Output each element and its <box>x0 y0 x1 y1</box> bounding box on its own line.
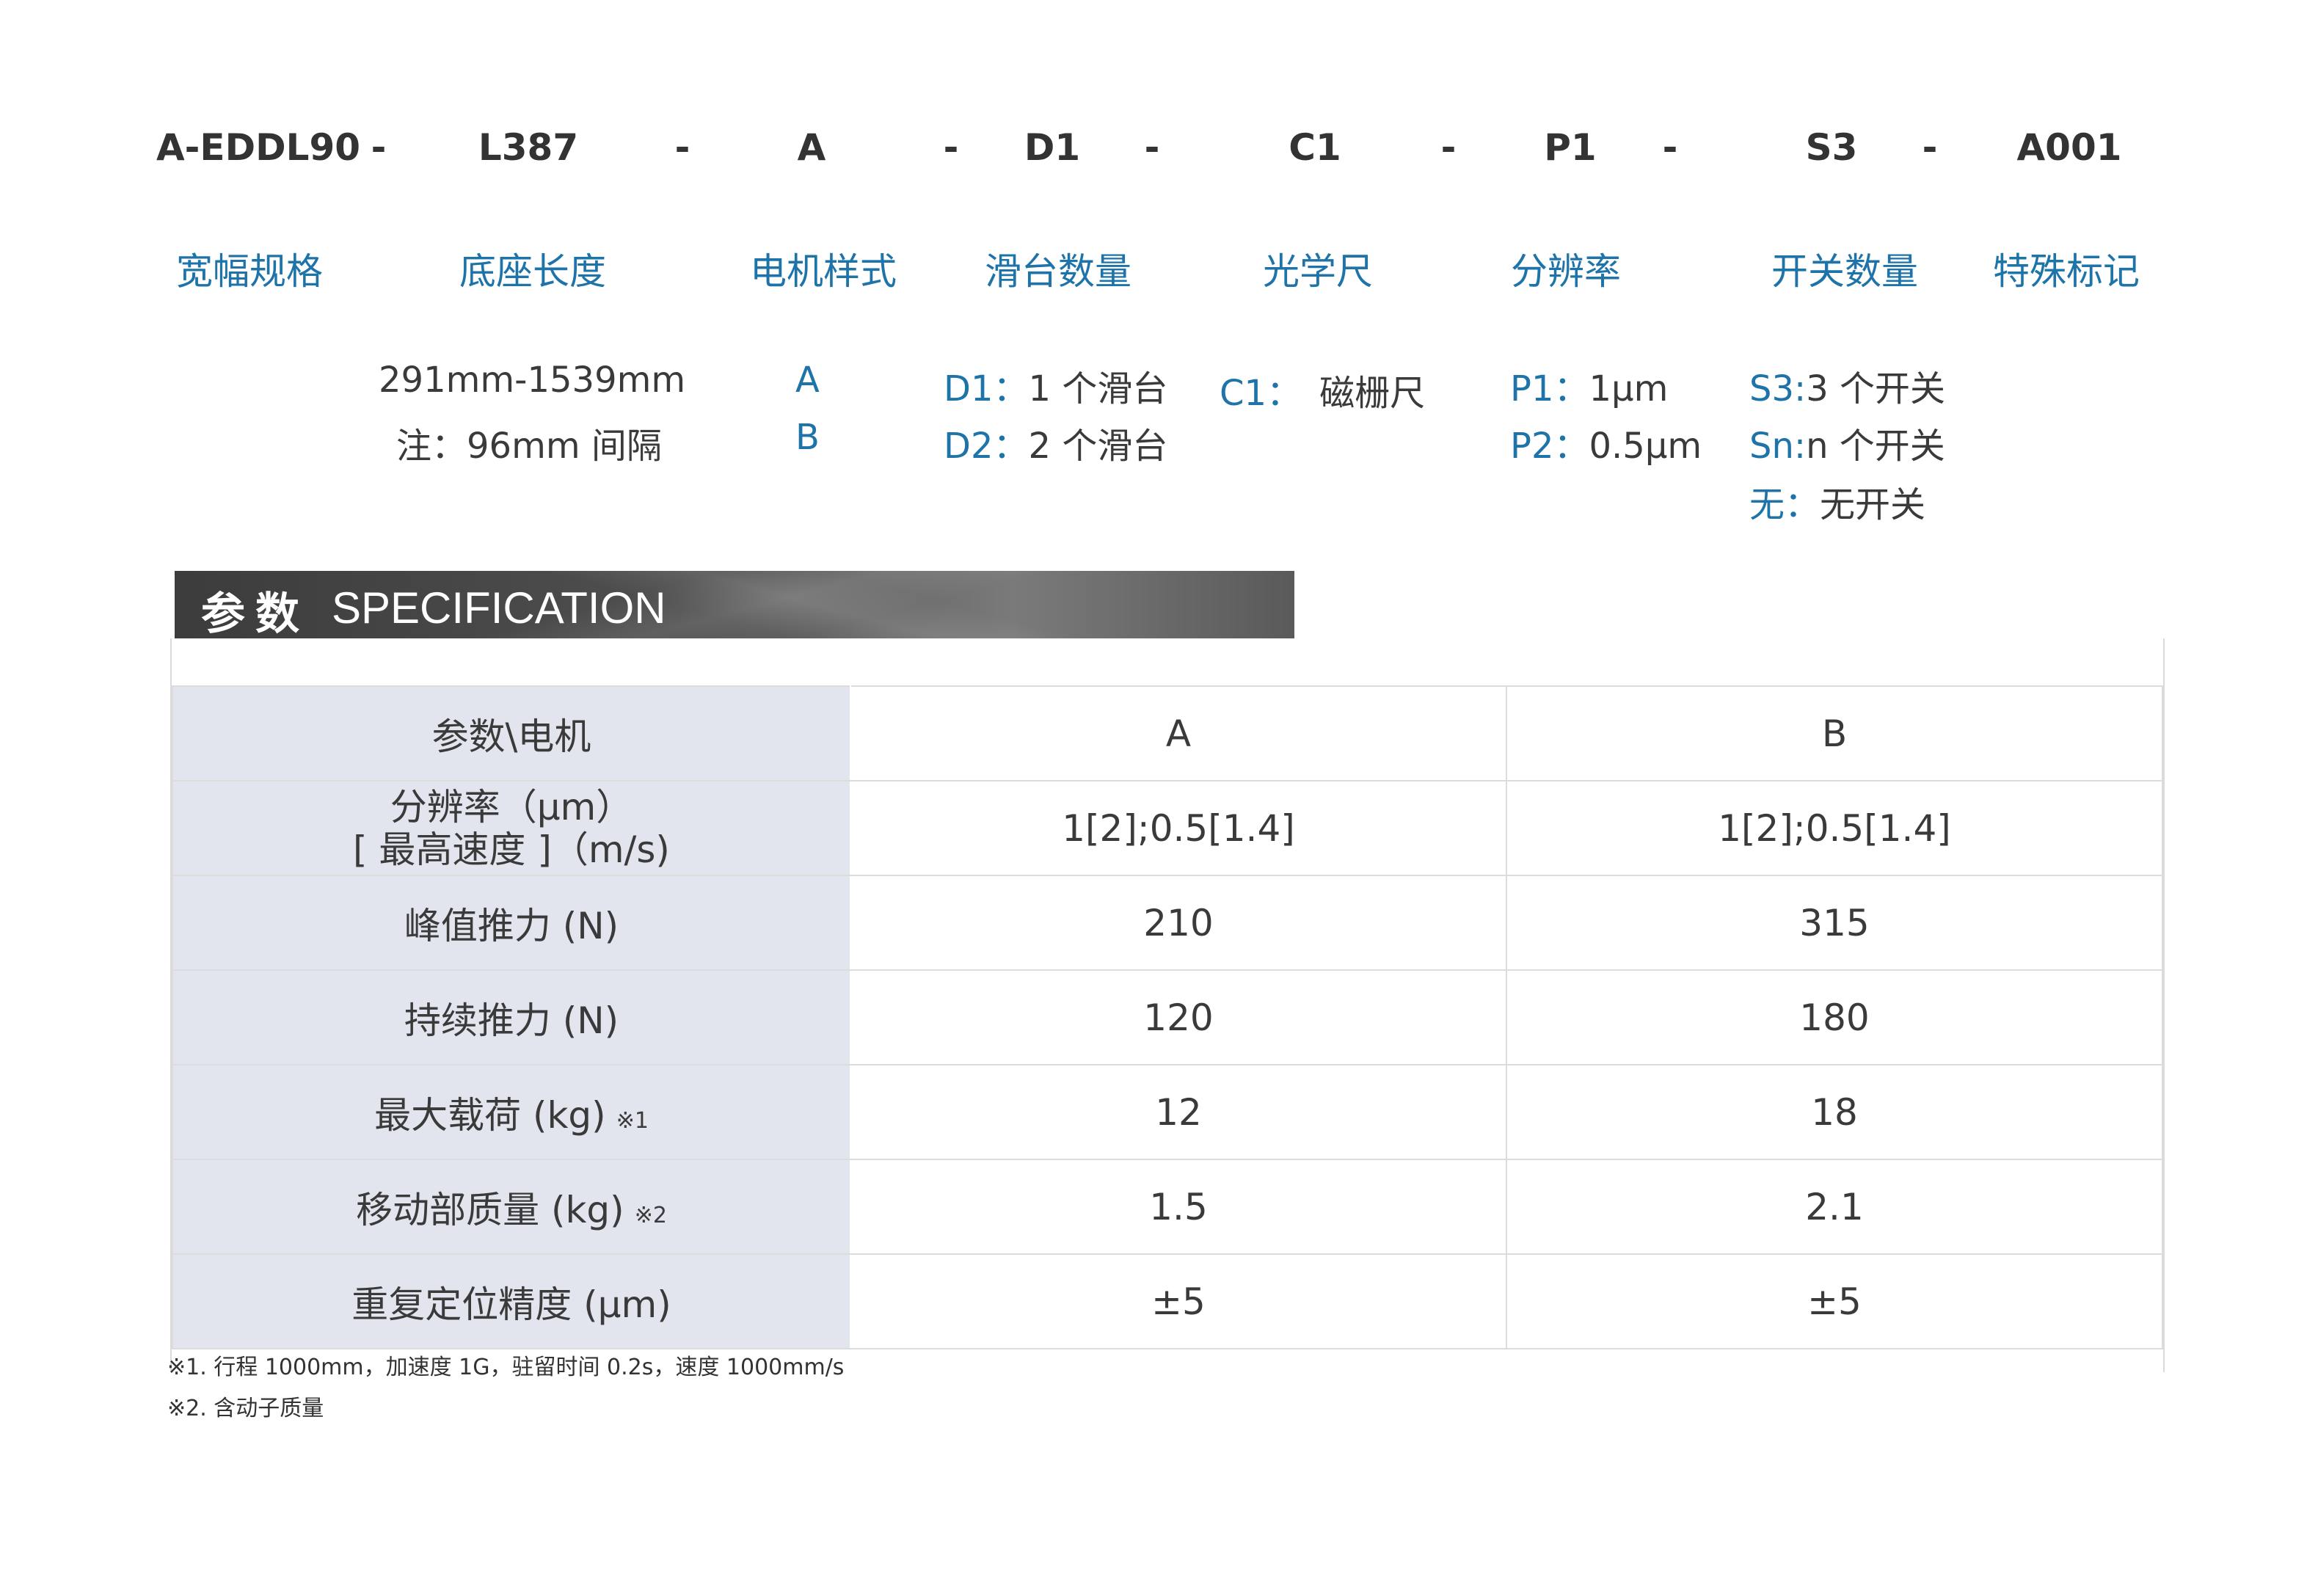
table-header-param: 参数\电机 <box>172 685 851 781</box>
row-label: 重复定位精度 (μm) <box>172 1253 851 1349</box>
field-switches: 开关数量 <box>1771 250 1918 293</box>
spec-table: 参数\电机 A B 分辨率（μm） [ 最高速度 ]（m/s) 1[2];0.5… <box>172 685 2163 1349</box>
option-motor-b: B <box>795 417 820 458</box>
row-value-a: 120 <box>850 969 1507 1065</box>
option-key: Sn: <box>1749 426 1807 467</box>
option-value: 3 个开关 <box>1806 368 1945 409</box>
table-row: 分辨率（μm） [ 最高速度 ]（m/s) 1[2];0.5[1.4] 1[2]… <box>172 780 2163 876</box>
row-value-a: 12 <box>850 1064 1507 1160</box>
code-sep: - <box>371 126 387 169</box>
field-special: 特殊标记 <box>1993 250 2140 293</box>
option-value: 1μm <box>1589 368 1669 409</box>
option-switches-s3: S3:3 个开关 <box>1749 360 1945 411</box>
code-sep: - <box>1440 126 1457 169</box>
field-resolution: 分辨率 <box>1511 250 1621 293</box>
option-slides-d1: D1：1 个滑台 <box>944 360 1167 411</box>
option-key: C1： <box>1220 373 1302 414</box>
table-row: 持续推力 (N) 120 180 <box>172 969 2163 1065</box>
row-label-text: 持续推力 (N) <box>404 999 619 1042</box>
row-label: 持续推力 (N) <box>172 969 851 1065</box>
row-value-a: 210 <box>850 875 1507 971</box>
option-length-range: 291mm-1539mm <box>379 360 686 401</box>
row-label: 最大载荷 (kg) ※1 <box>172 1064 851 1160</box>
option-resolution-p1: P1：1μm <box>1510 360 1668 411</box>
table-row: 移动部质量 (kg) ※2 1.5 2.1 <box>172 1159 2163 1255</box>
code-switches: S3 <box>1805 126 1858 169</box>
row-label-text: 峰值推力 (N) <box>404 904 619 947</box>
option-value: 1 个滑台 <box>1028 368 1168 409</box>
code-sep: - <box>1144 126 1160 169</box>
table-row: 峰值推力 (N) 210 315 <box>172 875 2163 971</box>
option-key: D2： <box>944 426 1029 467</box>
row-value-b: ±5 <box>1506 1253 2163 1349</box>
option-key: S3: <box>1749 368 1807 409</box>
code-length: L387 <box>478 126 579 169</box>
option-scale-c1: C1： 磁栅尺 <box>1220 364 1425 415</box>
field-slides: 滑台数量 <box>985 250 1131 293</box>
option-switches-none: 无：无开关 <box>1749 475 1925 527</box>
option-key: P1： <box>1510 368 1589 409</box>
row-value-b: 1[2];0.5[1.4] <box>1506 780 2163 876</box>
field-length: 底座长度 <box>459 250 606 293</box>
row-label: 峰值推力 (N) <box>172 875 851 971</box>
row-label: 分辨率（μm） [ 最高速度 ]（m/s) <box>172 780 851 876</box>
table-row: 最大载荷 (kg) ※1 12 18 <box>172 1064 2163 1160</box>
code-special: A001 <box>2016 126 2122 169</box>
row-label-text: 重复定位精度 (μm) <box>351 1283 671 1326</box>
footnote-mark: ※2 <box>634 1202 667 1228</box>
row-label-line1: 分辨率（μm） <box>390 785 633 828</box>
row-value-a: ±5 <box>850 1253 1507 1349</box>
option-resolution-p2: P2：0.5μm <box>1510 417 1702 468</box>
table-row: 重复定位精度 (μm) ±5 ±5 <box>172 1253 2163 1349</box>
option-slides-d2: D2：2 个滑台 <box>944 417 1167 468</box>
row-value-b: 180 <box>1506 969 2163 1065</box>
field-width: 宽幅规格 <box>176 250 323 293</box>
row-value-a: 1.5 <box>850 1159 1507 1255</box>
row-value-b: 2.1 <box>1506 1159 2163 1255</box>
row-label-text: 最大载荷 (kg) <box>374 1093 606 1137</box>
option-motor-a: A <box>795 360 820 401</box>
code-motor: A <box>797 126 826 169</box>
banner-title-cn: 参数 <box>201 589 310 640</box>
code-resolution: P1 <box>1544 126 1597 169</box>
code-sep: - <box>1662 126 1678 169</box>
option-value: 磁栅尺 <box>1319 373 1426 414</box>
code-sep: - <box>1922 126 1938 169</box>
table-header-a: A <box>850 685 1507 781</box>
table-header-b: B <box>1506 685 2163 781</box>
option-value: 2 个滑台 <box>1028 426 1168 467</box>
row-value-b: 18 <box>1506 1064 2163 1160</box>
field-scale: 光学尺 <box>1263 250 1373 293</box>
option-value: 无开关 <box>1820 484 1926 525</box>
option-key: D1： <box>944 368 1029 409</box>
code-scale: C1 <box>1289 126 1341 169</box>
row-value-a: 1[2];0.5[1.4] <box>850 780 1507 876</box>
table-header-row: 参数\电机 A B <box>172 685 2163 781</box>
row-label: 移动部质量 (kg) ※2 <box>172 1159 851 1255</box>
footnote-2: ※2. 含动子质量 <box>167 1396 324 1421</box>
footnote-1: ※1. 行程 1000mm，加速度 1G，驻留时间 0.2s，速度 1000mm… <box>167 1355 845 1380</box>
code-slides: D1 <box>1024 126 1081 169</box>
code-width: A-EDDL90 <box>156 126 361 169</box>
code-sep: - <box>943 126 959 169</box>
field-motor: 电机样式 <box>750 250 897 293</box>
row-value-b: 315 <box>1506 875 2163 971</box>
footnote-mark: ※1 <box>616 1107 649 1134</box>
code-sep: - <box>674 126 690 169</box>
option-key: P2： <box>1510 426 1589 467</box>
row-label-text: 移动部质量 (kg) <box>356 1188 624 1231</box>
row-label-line2: [ 最高速度 ]（m/s) <box>353 828 670 871</box>
option-value: 0.5μm <box>1589 426 1702 467</box>
option-length-note: 注：96mm 间隔 <box>396 426 662 467</box>
specification-banner: 参数 SPECIFICATION <box>175 571 1294 640</box>
banner-title-en: SPECIFICATION <box>332 583 666 633</box>
option-key: 无： <box>1749 484 1820 525</box>
option-value: n 个开关 <box>1806 426 1945 467</box>
option-switches-sn: Sn:n 个开关 <box>1749 417 1945 468</box>
